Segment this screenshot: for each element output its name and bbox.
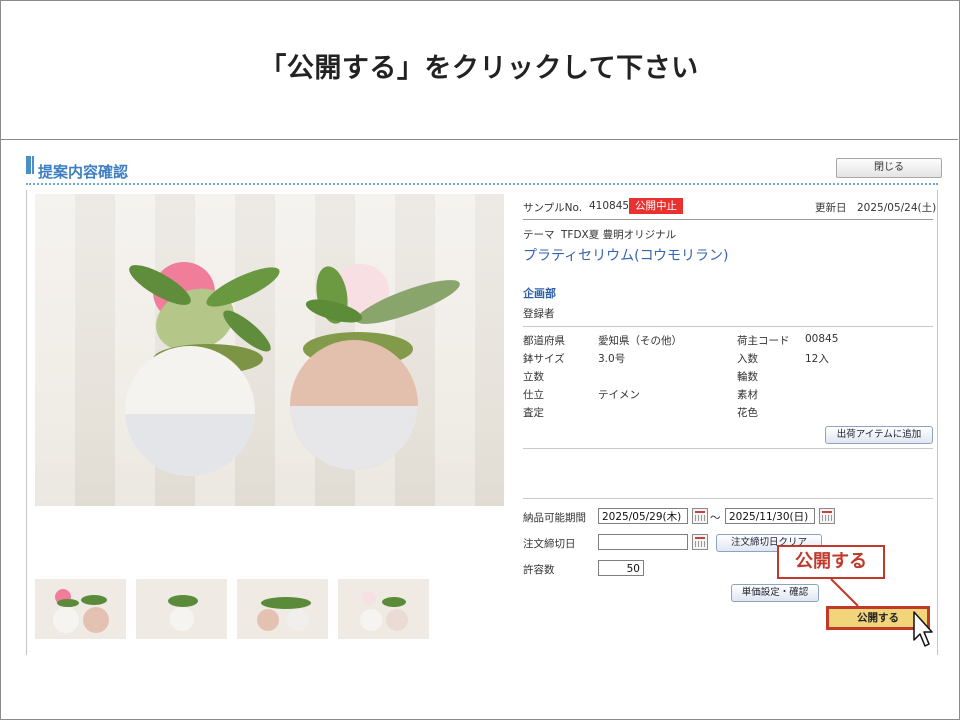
stand-count-label: 立数 <box>523 371 544 383</box>
close-button[interactable]: 閉じる <box>836 158 942 178</box>
theme-label: テーマ <box>523 229 555 241</box>
order-deadline-field[interactable] <box>598 534 688 550</box>
callout-publish: 公開する <box>777 545 885 579</box>
divider <box>523 326 933 327</box>
finish-value: テイメン <box>598 389 640 401</box>
updated-label: 更新日 <box>815 202 847 214</box>
grade-label: 査定 <box>523 407 544 419</box>
delivery-period-label: 納品可能期間 <box>523 512 586 524</box>
finish-label: 仕立 <box>523 389 544 401</box>
sample-no-value: 410845 <box>589 200 630 212</box>
add-shipment-button[interactable]: 出荷アイテムに追加 <box>825 426 933 444</box>
status-badge: 公開中止 <box>629 198 683 214</box>
divider <box>523 498 933 499</box>
flower-color-label: 花色 <box>737 407 758 419</box>
slide-title: 「公開する」をクリックして下さい <box>259 53 699 84</box>
publish-button[interactable]: 公開する <box>826 606 930 630</box>
delivery-to-field[interactable]: 2025/11/30(日) <box>725 508 815 524</box>
unit-price-button[interactable]: 単価設定・確認 <box>731 584 819 602</box>
sample-no-label: サンプルNo. <box>523 202 583 214</box>
thumbnail-1[interactable] <box>35 579 126 639</box>
page-title: 提案内容確認 <box>38 163 129 181</box>
updated-date: 2025/05/24(土) <box>857 202 937 214</box>
product-photo <box>35 194 504 506</box>
main-panel: サンプルNo. 410845 公開中止 更新日 2025/05/24(土) テー… <box>26 190 938 655</box>
shipper-label: 荷主コード <box>737 335 790 347</box>
thumbnail-2[interactable] <box>136 579 227 639</box>
slide-header: 「公開する」をクリックして下さい <box>0 0 958 140</box>
pref-label: 都道府県 <box>523 335 565 347</box>
registrant-label: 登録者 <box>523 308 555 320</box>
divider <box>523 448 933 449</box>
proposal-confirm-window: 提案内容確認 閉じる サンプルNo. 410845 公開中止 更新日 2025/… <box>26 152 942 655</box>
divider <box>523 219 933 220</box>
calendar-icon[interactable] <box>819 508 835 524</box>
product-name: プラティセリウム(コウモリラン) <box>523 248 729 264</box>
allowance-label: 許容数 <box>523 564 555 576</box>
thumbnail-4[interactable] <box>338 579 429 639</box>
tilde: ～ <box>710 512 721 524</box>
pref-value: 愛知県（その他） <box>598 335 682 347</box>
pot-size-label: 鉢サイズ <box>523 353 565 365</box>
material-label: 素材 <box>737 389 758 401</box>
allowance-field[interactable]: 50 <box>598 560 644 576</box>
title-accent-bar <box>26 156 31 174</box>
theme-value: TFDX夏 豊明オリジナル <box>561 229 677 241</box>
pot-size-value: 3.0号 <box>598 353 626 365</box>
calendar-icon[interactable] <box>692 534 708 550</box>
calendar-icon[interactable] <box>692 508 708 524</box>
delivery-from-field[interactable]: 2025/05/29(木) <box>598 508 688 524</box>
quantity-value: 12入 <box>805 353 829 365</box>
title-divider <box>26 183 938 185</box>
title-accent-bar-thin <box>32 156 34 174</box>
wheel-count-label: 輪数 <box>737 371 758 383</box>
order-deadline-label: 注文締切日 <box>523 538 576 550</box>
quantity-label: 入数 <box>737 353 758 365</box>
shipper-value: 00845 <box>805 333 839 345</box>
department: 企画部 <box>523 287 556 300</box>
thumbnail-3[interactable] <box>237 579 328 639</box>
